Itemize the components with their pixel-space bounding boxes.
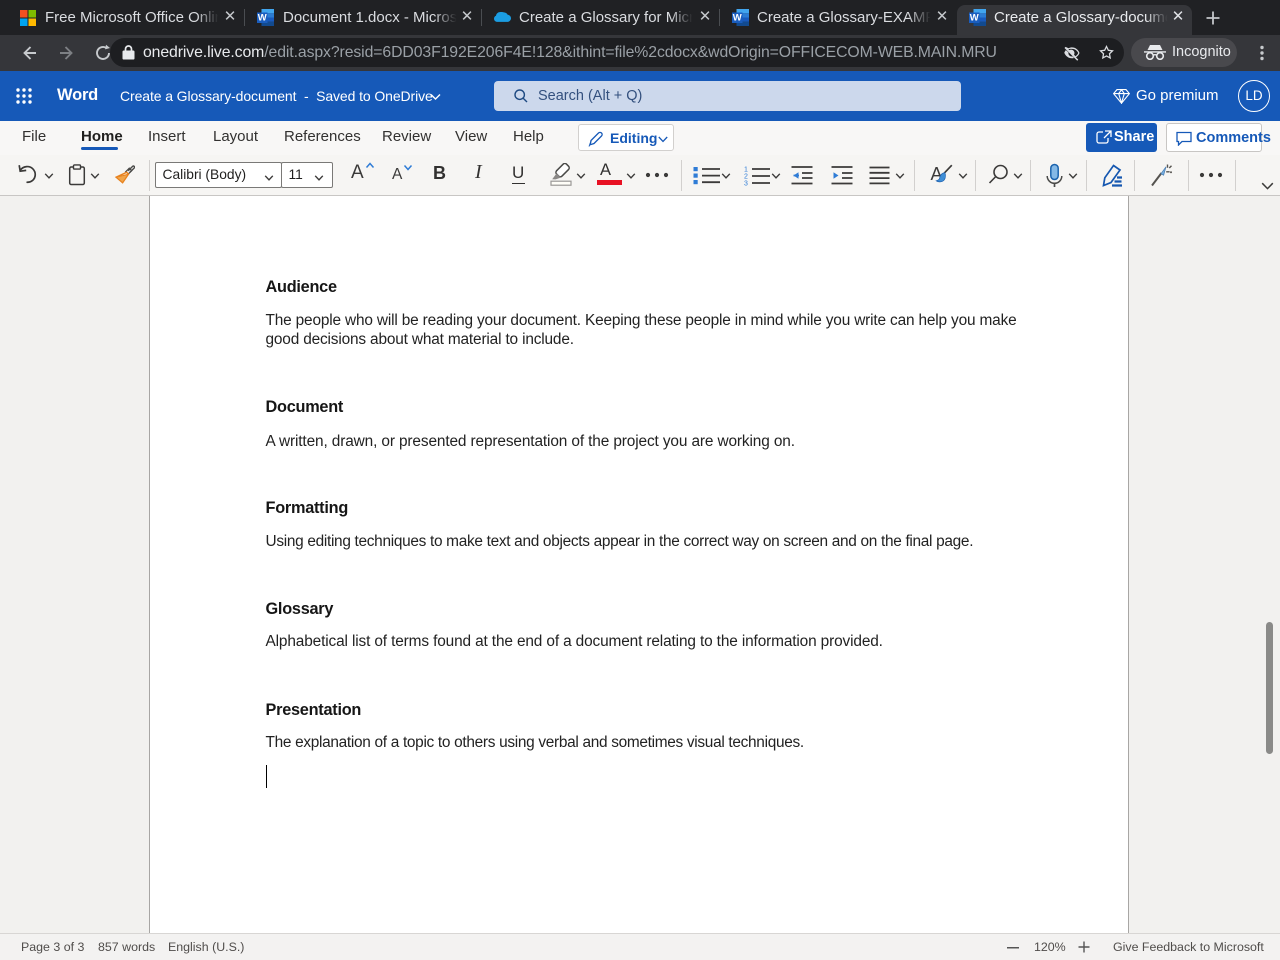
svg-text:2: 2	[744, 174, 748, 181]
svg-text:W: W	[970, 13, 979, 24]
svg-text:3: 3	[744, 181, 748, 187]
svg-text:W: W	[258, 13, 267, 24]
svg-text:1: 1	[744, 167, 748, 174]
svg-text:W: W	[733, 13, 742, 24]
